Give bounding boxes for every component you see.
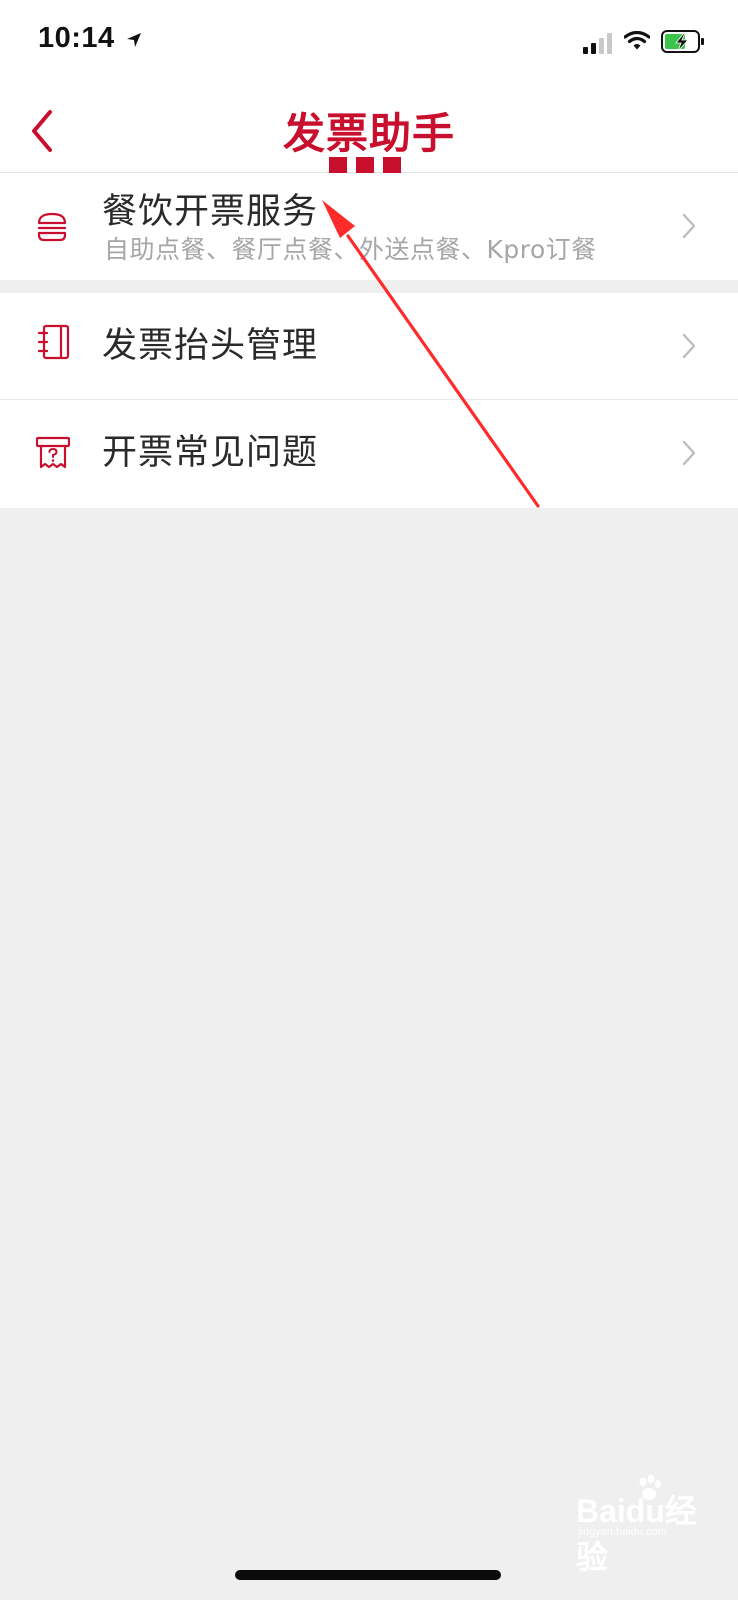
chevron-right-icon xyxy=(682,440,696,466)
wifi-icon xyxy=(624,31,650,50)
notebook-icon xyxy=(37,324,70,360)
menu-item-dining-invoice[interactable]: 餐饮开票服务 自助点餐、餐厅点餐、外送点餐、Kpro订餐 xyxy=(0,173,738,280)
menu-item-title: 餐饮开票服务 xyxy=(102,192,319,232)
menu-item-invoice-faq[interactable]: 开票常见问题 xyxy=(0,400,738,507)
menu-item-title: 发票抬头管理 xyxy=(102,326,319,366)
menu-group-dining: 餐饮开票服务 自助点餐、餐厅点餐、外送点餐、Kpro订餐 xyxy=(0,173,738,280)
navigation-bar: 发票助手 xyxy=(0,84,738,173)
menu-item-invoice-header[interactable]: 发票抬头管理 xyxy=(0,293,738,400)
chevron-right-icon xyxy=(682,333,696,359)
cellular-signal-icon xyxy=(583,33,612,54)
status-bar: 10:14 xyxy=(0,0,738,84)
location-arrow-icon xyxy=(127,33,141,47)
battery-charging-icon xyxy=(661,30,704,53)
home-indicator[interactable] xyxy=(235,1570,501,1580)
baidu-watermark: Baidu经验 jingyan.baidu.com xyxy=(560,1474,700,1575)
menu-item-title: 开票常见问题 xyxy=(102,433,319,473)
page-title: 发票助手 xyxy=(282,109,455,158)
menu-group-invoice: 发票抬头管理 开票常见问题 xyxy=(0,293,738,508)
menu-item-subtitle: 自助点餐、餐厅点餐、外送点餐、Kpro订餐 xyxy=(104,235,597,264)
chevron-right-icon xyxy=(682,213,696,239)
brand-stripes xyxy=(329,157,409,173)
watermark-url: jingyan.baidu.com xyxy=(578,1526,667,1538)
question-receipt-icon xyxy=(36,436,70,469)
status-time: 10:14 xyxy=(38,22,115,54)
burger-icon xyxy=(37,212,67,242)
